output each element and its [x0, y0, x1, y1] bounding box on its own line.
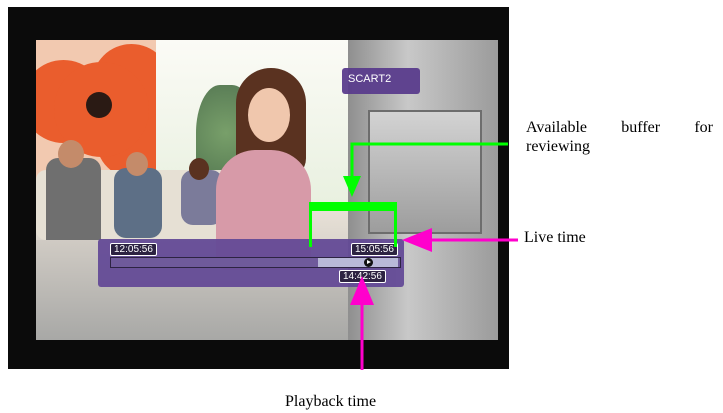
buffer-arrowhead-icon	[343, 176, 361, 197]
buffer-leader-line	[350, 142, 508, 178]
buffer-bracket-top	[309, 202, 397, 211]
playback-arrowhead-icon	[350, 276, 374, 305]
buffer-bracket-right	[394, 202, 397, 247]
buffer-annotation-word: for	[694, 119, 713, 136]
buffer-annotation-word: reviewing	[526, 138, 590, 155]
annotation-graphics	[309, 142, 518, 370]
playback-time-annotation: Playback time	[285, 393, 377, 410]
live-arrowhead-icon	[402, 228, 432, 252]
buffer-annotation-word: buffer	[621, 119, 661, 136]
live-time-annotation: Live time	[524, 229, 586, 246]
buffer-annotation-word: Available	[526, 119, 588, 136]
buffer-bracket-left	[309, 202, 312, 247]
buffer-annotation: Available buffer for reviewing	[526, 118, 713, 156]
